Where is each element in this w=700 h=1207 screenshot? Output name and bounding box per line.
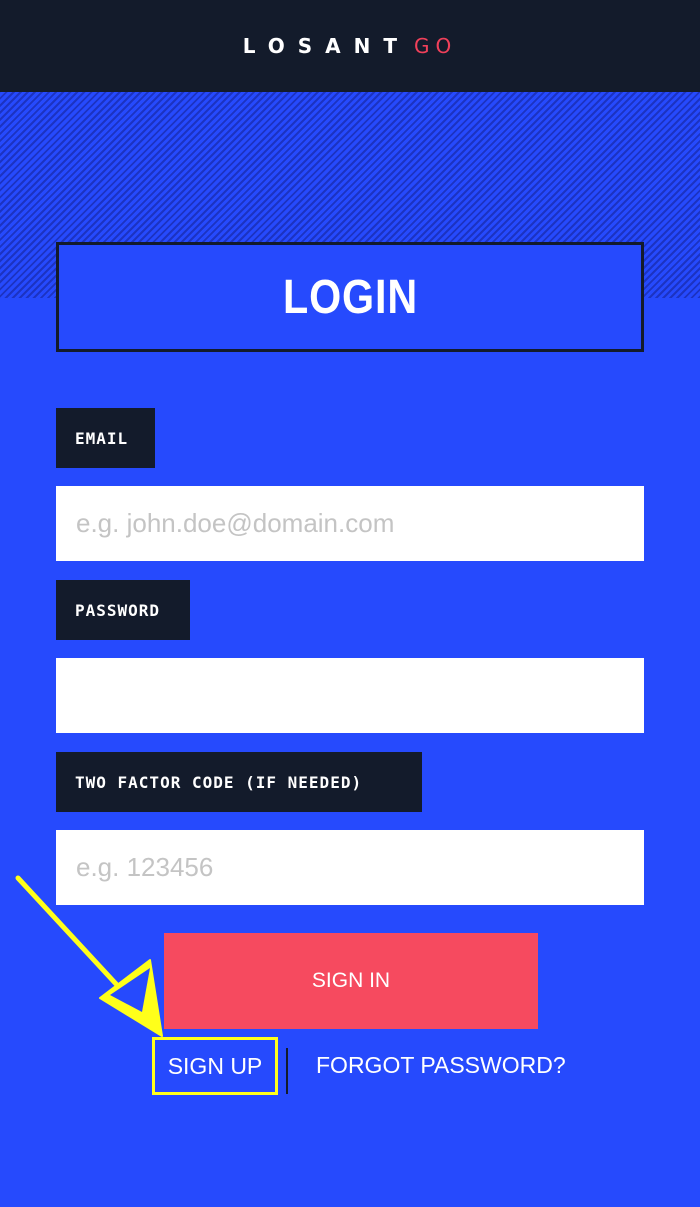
login-header: LOGIN bbox=[56, 242, 644, 352]
top-bar: LOSANT GO bbox=[0, 0, 700, 92]
brand-logo: LOSANT GO bbox=[243, 34, 458, 58]
password-label: PASSWORD bbox=[56, 580, 190, 640]
brand-word: LOSANT bbox=[242, 34, 411, 58]
email-label: EMAIL bbox=[56, 408, 155, 468]
sign-up-link[interactable]: SIGN UP bbox=[152, 1037, 278, 1095]
password-field[interactable] bbox=[56, 658, 644, 733]
sign-in-button[interactable]: SIGN IN bbox=[164, 933, 538, 1029]
forgot-password-link[interactable]: FORGOT PASSWORD? bbox=[316, 1052, 566, 1079]
link-separator bbox=[286, 1048, 288, 1094]
two-factor-field[interactable] bbox=[56, 830, 644, 905]
page-title: LOGIN bbox=[282, 270, 418, 324]
auth-links: SIGN UP FORGOT PASSWORD? bbox=[0, 1037, 700, 1100]
email-field[interactable] bbox=[56, 486, 644, 561]
brand-suffix: GO bbox=[414, 34, 458, 58]
two-factor-label: TWO FACTOR CODE (IF NEEDED) bbox=[56, 752, 422, 812]
